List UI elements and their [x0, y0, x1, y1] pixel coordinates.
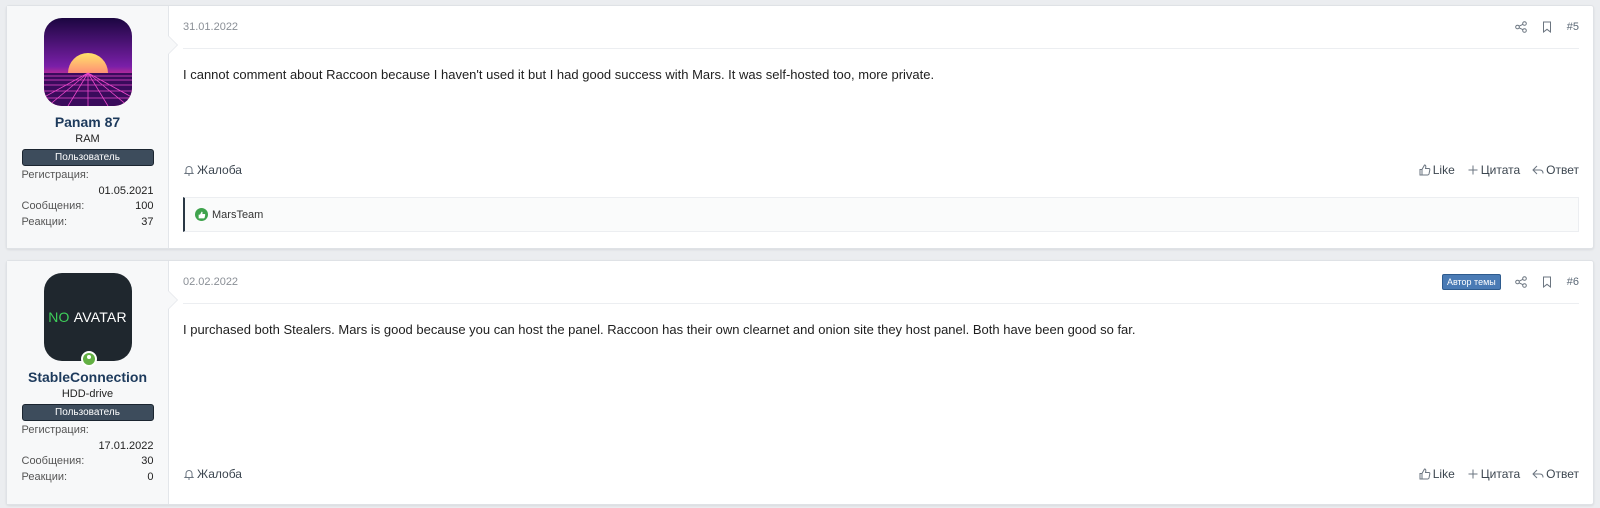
share-icon[interactable] [1514, 21, 1527, 33]
avatar-text: AVATAR [73, 309, 127, 325]
thumbs-up-icon [1419, 164, 1431, 176]
user-panel: NO AVATAR StableConnection HDD-drive Пол… [7, 261, 178, 504]
bookmark-icon[interactable] [1541, 276, 1553, 288]
report-label: Жалоба [197, 163, 242, 177]
post-date[interactable]: 02.02.2022 [183, 276, 1442, 288]
no-avatar-placeholder: NO AVATAR [43, 273, 132, 361]
post-number[interactable]: #6 [1567, 276, 1579, 288]
post-number[interactable]: #5 [1567, 21, 1579, 33]
like-reaction-icon [195, 208, 208, 221]
user-stats: Регистрация: 17.01.2022 Сообщения: 30 Реа… [22, 424, 154, 486]
reactions-bar[interactable]: MarsTeam [183, 197, 1579, 232]
report-button[interactable]: Жалоба [183, 163, 1419, 177]
role-badge: Пользователь [21, 404, 154, 421]
reply-label: Ответ [1546, 467, 1579, 481]
avatar-no-text: NO [48, 309, 70, 325]
reactions-label: Реакции: [21, 215, 68, 228]
online-status-icon [80, 351, 97, 367]
like-button[interactable]: Like [1419, 467, 1455, 481]
reply-icon [1532, 469, 1544, 479]
reg-date: 17.01.2022 [98, 439, 154, 452]
username[interactable]: StableConnection [7, 369, 168, 385]
bell-icon [183, 470, 195, 480]
reply-label: Ответ [1546, 163, 1579, 177]
bookmark-icon[interactable] [1541, 21, 1553, 33]
reactions-count: 37 [141, 215, 154, 228]
username[interactable]: Panam 87 [7, 114, 168, 130]
post-main: 02.02.2022 Автор темы #6 I purchased bot… [169, 261, 1593, 504]
user-title: HDD-drive [61, 388, 114, 400]
reaction-user[interactable]: MarsTeam [212, 209, 263, 221]
report-button[interactable]: Жалоба [183, 467, 1419, 481]
like-label: Like [1432, 467, 1455, 481]
post-body: I purchased both Stealers. Mars is good … [183, 322, 1136, 337]
post-footer: Жалоба Like Цитата Ответ [183, 467, 1579, 481]
post-footer: Жалоба Like Цитата Ответ [183, 163, 1579, 177]
post-5: Panam 87 RAM Пользователь Регистрация: 0… [6, 5, 1594, 249]
reg-date: 01.05.2021 [98, 184, 154, 197]
quote-button[interactable]: Цитата [1467, 467, 1520, 481]
report-label: Жалоба [197, 467, 242, 481]
bell-icon [183, 166, 195, 176]
thumbs-up-icon [1419, 468, 1431, 480]
post-main: 31.01.2022 #5 I cannot comment about Rac… [169, 6, 1593, 248]
reply-icon [1532, 165, 1544, 175]
post-date[interactable]: 31.01.2022 [183, 21, 1515, 33]
avatar[interactable]: NO AVATAR [43, 273, 132, 367]
reactions-count: 0 [147, 470, 154, 483]
reply-button[interactable]: Ответ [1532, 467, 1579, 481]
quote-label: Цитата [1480, 467, 1521, 481]
role-badge: Пользователь [21, 149, 154, 166]
user-title: RAM [75, 133, 100, 145]
quote-button[interactable]: Цитата [1467, 163, 1520, 177]
reg-label: Регистрация: [21, 424, 89, 436]
reply-button[interactable]: Ответ [1532, 163, 1579, 177]
post-body: I cannot comment about Raccoon because I… [183, 67, 935, 82]
plus-icon [1468, 165, 1478, 175]
quote-label: Цитата [1480, 163, 1521, 177]
like-label: Like [1432, 163, 1455, 177]
avatar[interactable] [43, 18, 132, 106]
plus-icon [1468, 469, 1478, 479]
post-6: NO AVATAR StableConnection HDD-drive Пол… [6, 260, 1594, 505]
reg-label: Регистрация: [21, 169, 89, 181]
post-header: 31.01.2022 #5 [183, 6, 1579, 49]
user-stats: Регистрация: 01.05.2021 Сообщения: 100 Ре… [22, 169, 154, 231]
share-icon[interactable] [1514, 276, 1527, 288]
reactions-label: Реакции: [21, 470, 68, 483]
synthwave-avatar-image [43, 18, 132, 106]
messages-label: Сообщения: [21, 455, 85, 467]
user-panel: Panam 87 RAM Пользователь Регистрация: 0… [7, 6, 178, 248]
post-header: 02.02.2022 Автор темы #6 [183, 261, 1579, 304]
thread-author-badge: Автор темы [1441, 274, 1501, 290]
messages-label: Сообщения: [21, 200, 85, 212]
messages-count: 30 [141, 455, 154, 467]
messages-count: 100 [135, 200, 154, 212]
like-button[interactable]: Like [1419, 163, 1455, 177]
